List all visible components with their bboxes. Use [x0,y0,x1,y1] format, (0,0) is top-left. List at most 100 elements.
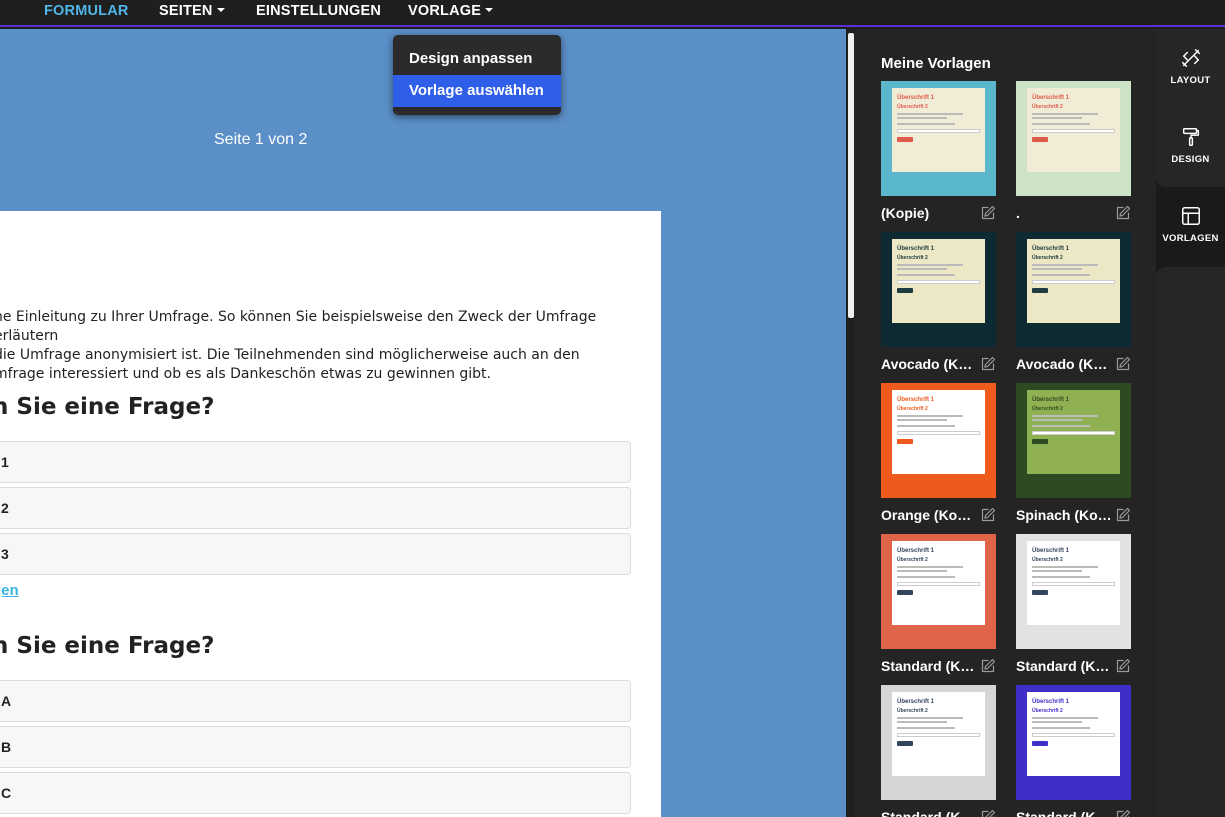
nav-formular-label: FORMULAR [44,3,129,19]
form-card: e ne Einleitung zu Ihrer Umfrage. So kön… [0,211,661,817]
intro-line: mfrage interessiert und ob es als Dankes… [0,366,491,382]
preview-button [1032,137,1048,142]
preview-heading-1: Überschrift 1 [1032,699,1070,705]
answer-option[interactable]: 3 [0,533,631,575]
rail-tab-layout[interactable]: LAYOUT [1156,29,1225,107]
answer-option[interactable]: A [0,680,631,722]
template-preview-sheet: Überschrift 1 Überschrift 2 [1027,88,1120,172]
preview-heading-1: Überschrift 1 [1032,246,1070,252]
preview-heading-2: Überschrift 2 [897,406,928,412]
template-preview-sheet: Überschrift 1 Überschrift 2 [1027,390,1120,474]
template-thumbnail[interactable]: Überschrift 1 Überschrift 2 [881,81,996,196]
preview-text-line [1032,123,1091,125]
page-indicator: Seite 1 von 2 [214,131,308,148]
template-name: Avocado (Kopie) [1016,356,1112,372]
template-thumbnail[interactable]: Überschrift 1 Überschrift 2 [1016,383,1131,498]
edit-icon[interactable] [980,658,996,674]
preview-heading-1: Überschrift 1 [897,246,935,252]
menu-item-design-anpassen[interactable]: Design anpassen [393,43,561,75]
template-preview-sheet: Überschrift 1 Überschrift 2 [892,692,985,776]
template-card[interactable]: Überschrift 1 Überschrift 2 Standard (Kopi… [881,685,996,817]
menu-item-vorlage-auswaehlen[interactable]: Vorlage auswählen [393,75,561,107]
edit-icon[interactable] [1115,658,1131,674]
edit-icon[interactable] [980,356,996,372]
question-title[interactable]: n Sie eine Frage? [0,394,214,420]
template-card[interactable]: Überschrift 1 Überschrift 2 Standard (Kopi… [1016,685,1131,817]
preview-text-line [1032,113,1099,115]
rail-tab-design[interactable]: DESIGN [1156,108,1225,186]
preview-input [1032,582,1115,586]
form-intro[interactable]: ne Einleitung zu Ihrer Umfrage. So könne… [0,308,634,384]
template-card[interactable]: Überschrift 1 Überschrift 2 Orange (Kopie) [881,383,996,523]
intro-line: die Umfrage anonymisiert ist. Die Teilne… [0,347,580,363]
nav-formular[interactable]: FORMULAR [44,3,129,19]
preview-text-line [897,727,956,729]
preview-input [1032,280,1115,284]
template-card[interactable]: Überschrift 1 Überschrift 2 (Kopie) [881,81,996,221]
template-card[interactable]: Überschrift 1 Überschrift 2. [1016,81,1131,221]
preview-heading-1: Überschrift 1 [1032,397,1070,403]
question-title[interactable]: n Sie eine Frage? [0,633,214,659]
edit-icon[interactable] [1115,356,1131,372]
preview-text-line [1032,264,1099,266]
preview-heading-2: Überschrift 2 [897,708,928,714]
template-thumbnail[interactable]: Überschrift 1 Überschrift 2 [1016,685,1131,800]
preview-text-line [897,721,947,723]
template-thumbnail[interactable]: Überschrift 1 Überschrift 2 [881,232,996,347]
template-thumbnail[interactable]: Überschrift 1 Überschrift 2 [881,685,996,800]
template-card[interactable]: Überschrift 1 Überschrift 2 Standard (Kopi… [1016,534,1131,674]
template-preview-sheet: Überschrift 1 Überschrift 2 [892,390,985,474]
preview-text-line [1032,117,1082,119]
answer-option[interactable]: 2 [0,487,631,529]
preview-input [897,733,980,737]
template-card[interactable]: Überschrift 1 Überschrift 2 Standard (Kopi… [881,534,996,674]
preview-heading-2: Überschrift 2 [1032,406,1063,412]
template-card[interactable]: Überschrift 1 Überschrift 2 Avocado (Kopie… [1016,232,1131,372]
answer-option[interactable]: C [0,772,631,814]
preview-button [1032,741,1048,746]
template-preview-sheet: Überschrift 1 Überschrift 2 [892,88,985,172]
edit-icon[interactable] [980,809,996,817]
rail-tab-vorlagen[interactable]: VORLAGEN [1156,187,1225,265]
preview-heading-1: Überschrift 1 [1032,548,1070,554]
preview-text-line [897,264,964,266]
preview-heading-2: Überschrift 2 [897,557,928,563]
template-card[interactable]: Überschrift 1 Überschrift 2 Avocado (Kopie… [881,232,996,372]
edit-icon[interactable] [980,507,996,523]
nav-vorlage[interactable]: VORLAGE [408,3,494,19]
edit-icon[interactable] [980,205,996,221]
side-rail: LAYOUT DESIGN VORLAGEN [1156,29,1225,817]
edit-icon[interactable] [1115,205,1131,221]
panel-title: Meine Vorlagen [881,55,991,72]
answer-option[interactable]: B [0,726,631,768]
nav-einstellungen[interactable]: EINSTELLUNGEN [256,3,381,19]
preview-text-line [1032,415,1099,417]
template-thumbnail[interactable]: Überschrift 1 Überschrift 2 [1016,81,1131,196]
answer-option[interactable]: 1 [0,441,631,483]
preview-button [897,137,913,142]
template-card[interactable]: Überschrift 1 Überschrift 2 Spinach (Kopie… [1016,383,1131,523]
template-name: . [1016,205,1020,221]
template-thumbnail[interactable]: Überschrift 1 Überschrift 2 [881,383,996,498]
preview-text-line [1032,566,1099,568]
preview-button [897,439,913,444]
template-thumbnail[interactable]: Überschrift 1 Überschrift 2 [1016,534,1131,649]
preview-heading-2: Überschrift 2 [1032,255,1063,261]
add-option-link[interactable]: gen [0,582,19,599]
nav-seiten[interactable]: SEITEN [159,3,225,19]
vorlage-dropdown-menu: Design anpassen Vorlage auswählen [393,35,561,115]
edit-icon[interactable] [1115,507,1131,523]
edit-icon[interactable] [1115,809,1131,817]
preview-button [1032,439,1048,444]
rail-tab-label: LAYOUT [1170,75,1211,86]
preview-text-line [897,566,964,568]
preview-text-line [1032,721,1082,723]
preview-text-line [1032,268,1082,270]
template-preview-sheet: Überschrift 1 Überschrift 2 [1027,541,1120,625]
template-thumbnail[interactable]: Überschrift 1 Überschrift 2 [1016,232,1131,347]
rail-tab-label: VORLAGEN [1162,233,1219,244]
template-thumbnail[interactable]: Überschrift 1 Überschrift 2 [881,534,996,649]
preview-text-line [897,576,956,578]
preview-button [1032,288,1048,293]
preview-input [1032,129,1115,133]
